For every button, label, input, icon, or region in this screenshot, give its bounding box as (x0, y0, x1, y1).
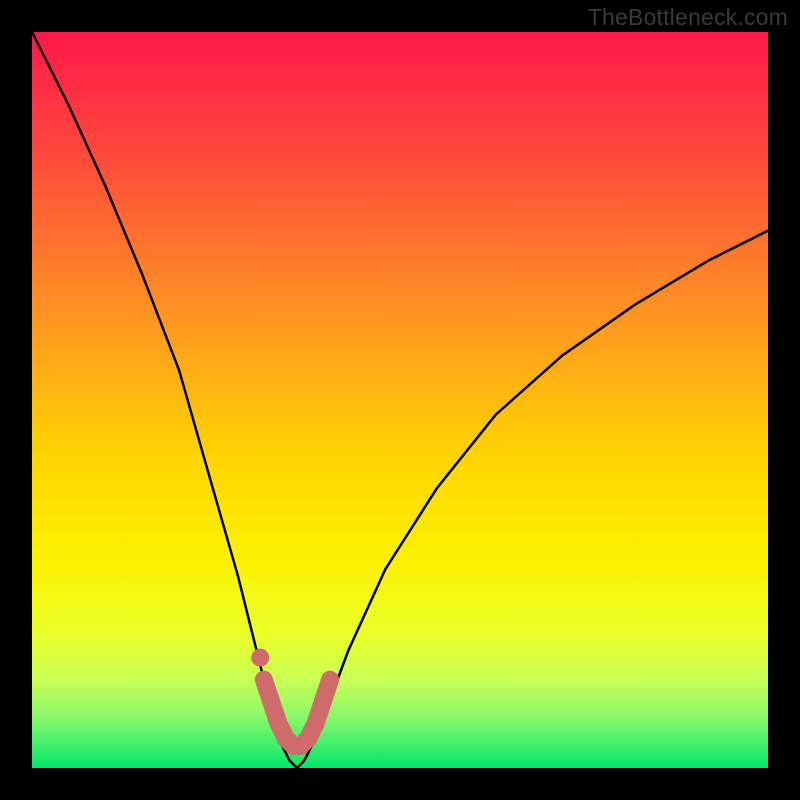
marker-left-dot (251, 649, 269, 667)
chart-container: TheBottleneck.com (0, 0, 800, 800)
chart-svg (32, 32, 768, 768)
plot-area (32, 32, 768, 768)
gradient-background (32, 32, 768, 768)
marker-layer (251, 649, 269, 667)
watermark-text: TheBottleneck.com (588, 4, 788, 31)
